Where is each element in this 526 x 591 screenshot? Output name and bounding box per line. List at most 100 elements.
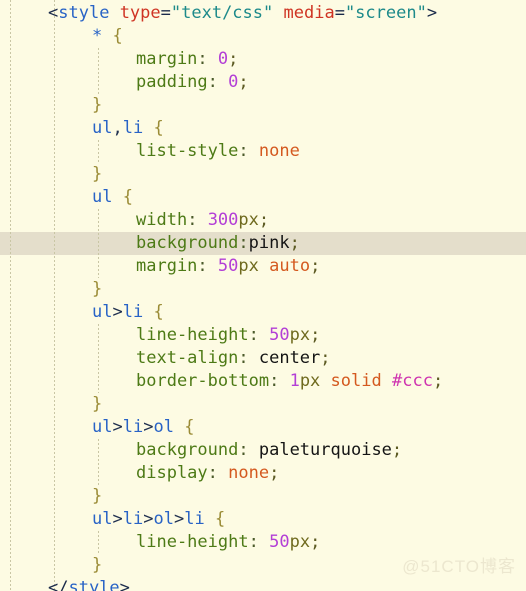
token-combinator: , [112,118,123,138]
token-unit: px [299,371,321,391]
token-tag: style [58,3,110,23]
token-prop: margin [136,49,198,69]
code-line[interactable]: margin: 50px auto; [0,255,443,278]
token-brace: } [92,279,103,299]
token-punct: = [334,3,345,23]
code-line[interactable]: } [0,485,443,508]
token-punct: </ [48,578,69,591]
code-line[interactable]: ul>li>ol { [0,416,443,439]
token-combinator: > [143,509,154,529]
code-line[interactable]: line-height: 50px; [0,531,443,554]
token-punct [143,302,153,322]
token-selector: ul [92,118,113,138]
token-punct [259,256,269,276]
code-line[interactable]: padding: 0; [0,71,443,94]
token-semi: ; [310,325,321,345]
token-brace: { [184,417,195,437]
code-line[interactable]: ul>li { [0,301,443,324]
code-line[interactable]: <style type="text/css" media="screen"> [0,2,443,25]
code-line[interactable]: ul>li>ol>li { [0,508,443,531]
token-brace: } [92,164,103,184]
code-line[interactable]: } [0,393,443,416]
code-line[interactable]: } [0,94,443,117]
token-prop: width [136,210,188,230]
token-colon: : [207,463,218,483]
token-punct [249,348,259,368]
token-punct [273,3,283,23]
token-punct: > [119,578,130,591]
watermark-label: @51CTO博客 [402,557,516,576]
code-line[interactable]: ul { [0,186,443,209]
token-colon: : [197,256,208,276]
token-brace: { [153,302,164,322]
token-keyword: none [258,141,300,161]
token-number: 50 [269,325,290,345]
token-punct [218,463,228,483]
token-selector: li [184,509,205,529]
token-brace: } [92,486,103,506]
token-number: 50 [217,256,239,276]
token-keyword: solid [330,371,382,391]
token-prop: line-height [136,532,249,552]
token-semi: ; [258,210,270,230]
token-semi: ; [310,532,321,552]
token-brace: { [122,187,133,207]
token-semi: ; [320,348,331,368]
token-punct [205,509,215,529]
code-line[interactable]: border-bottom: 1px solid #ccc; [0,370,443,393]
token-combinator: > [143,417,154,437]
token-value: paleturquoise [258,440,392,460]
token-brace: } [92,95,103,115]
token-value: pink [248,233,290,253]
token-prop: margin [136,256,198,276]
token-colon: : [238,348,249,368]
token-selector: ol [153,417,174,437]
code-line[interactable]: background: paleturquoise; [0,439,443,462]
code-line[interactable]: </style> [0,577,443,591]
token-selector: ul [92,417,113,437]
token-selector: ul [92,509,113,529]
token-prop: list-style [136,141,239,161]
token-combinator: > [112,509,123,529]
token-prop: text-align [136,348,239,368]
token-star: * [92,26,103,46]
token-punct: < [48,3,59,23]
token-keyword: auto [269,256,311,276]
token-selector: ol [153,509,174,529]
code-line[interactable]: } [0,163,443,186]
token-colon: : [238,440,249,460]
code-line[interactable]: list-style: none [0,140,443,163]
token-punct [208,49,218,69]
token-semi: ; [238,72,249,92]
code-line[interactable]: display: none; [0,462,443,485]
token-number: 50 [269,532,290,552]
token-attr: media [283,3,335,23]
token-brace: } [92,394,103,414]
code-editor-surface[interactable]: <style type="text/css" media="screen"> * … [0,0,526,591]
code-content[interactable]: <style type="text/css" media="screen"> * … [0,2,443,591]
token-selector: li [122,509,144,529]
token-unit: px [289,532,311,552]
token-punct: = [160,3,171,23]
token-semi: ; [228,49,239,69]
code-line[interactable]: line-height: 50px; [0,324,443,347]
token-prop: background [136,440,239,460]
code-line[interactable]: margin: 0; [0,48,443,71]
code-line[interactable]: ul,li { [0,117,443,140]
token-punct [382,371,392,391]
token-punct [197,210,207,230]
token-colon: : [187,210,198,230]
token-attr: type [119,3,161,23]
token-punct [208,256,218,276]
token-semi: ; [432,371,444,391]
token-semi: ; [269,463,280,483]
token-semi: ; [289,233,300,253]
token-prop: border-bottom [136,371,270,391]
code-line[interactable]: } [0,554,443,577]
code-line[interactable]: * { [0,25,443,48]
token-punct [143,118,153,138]
code-line[interactable]: width: 300px; [0,209,443,232]
code-line[interactable]: background:pink; [0,232,443,255]
code-line[interactable]: text-align: center; [0,347,443,370]
code-line[interactable]: } [0,278,443,301]
